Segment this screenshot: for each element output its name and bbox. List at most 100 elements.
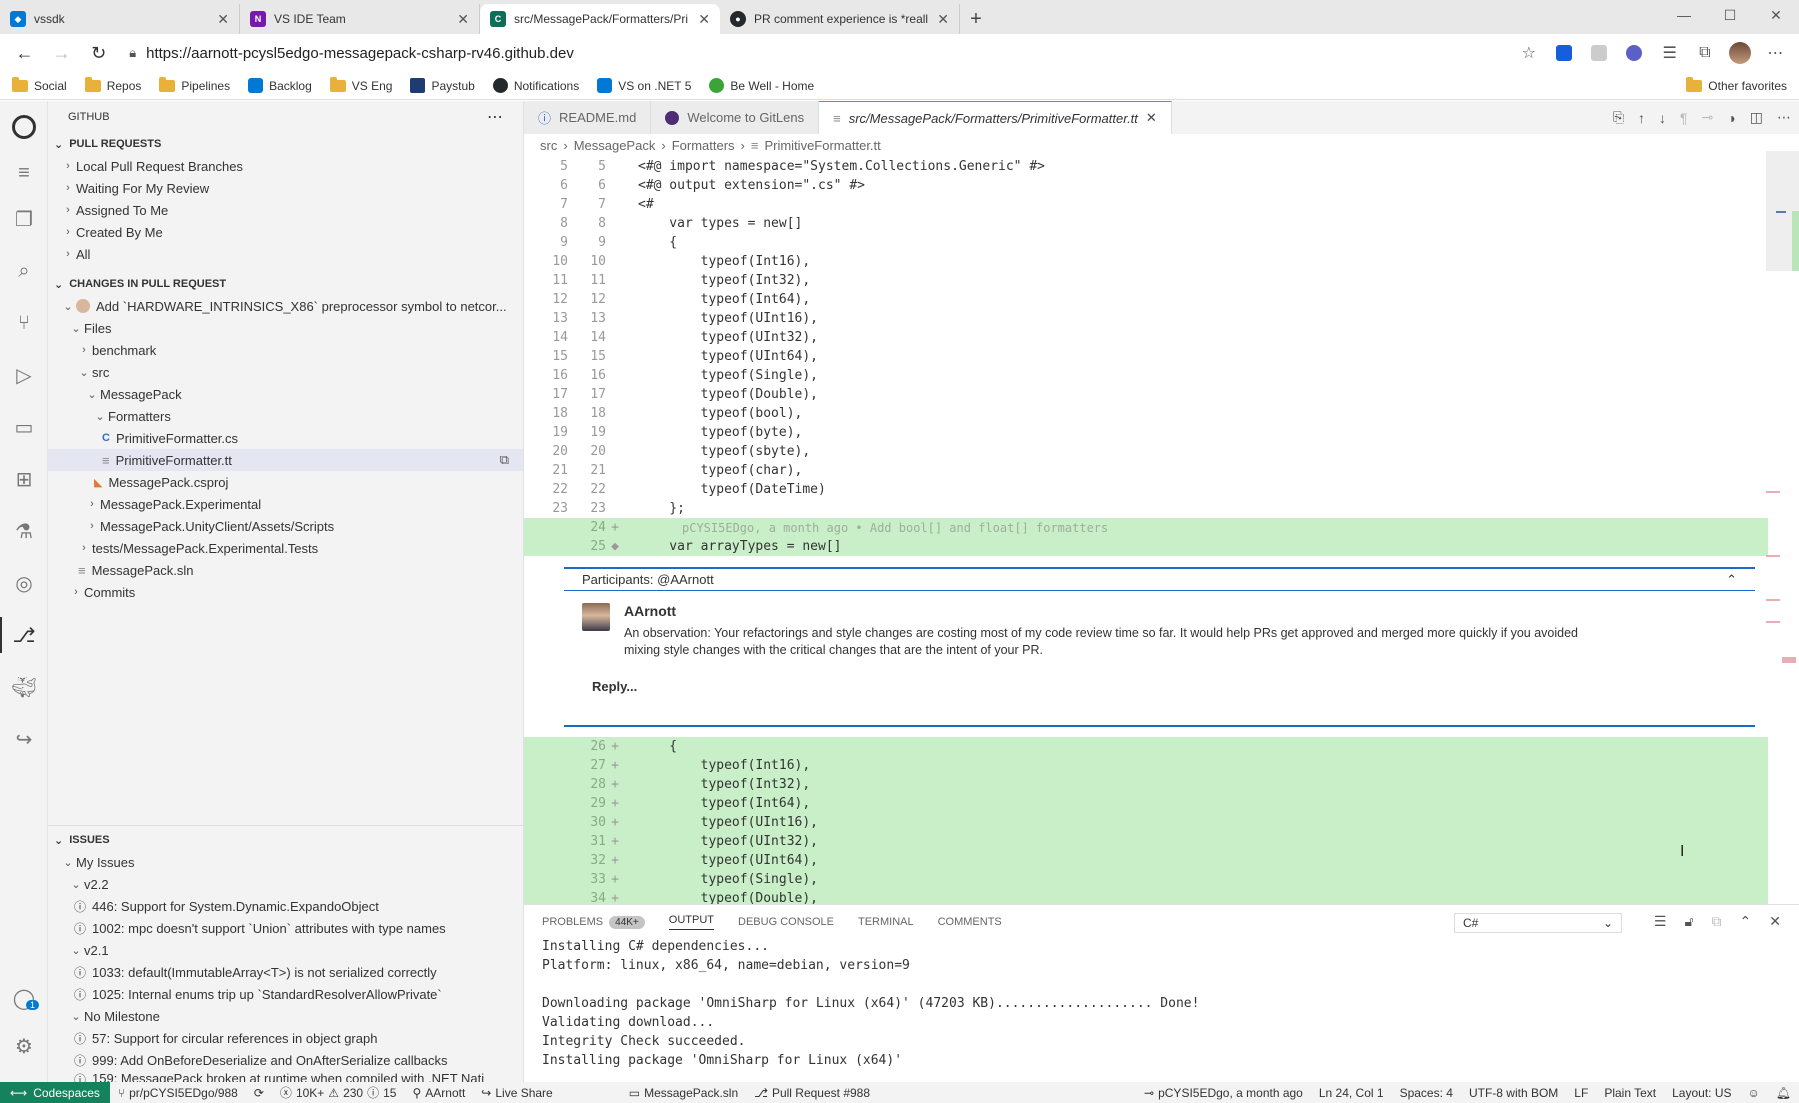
issue-item[interactable]: ⓘ 1025: Internal enums trip up `StandardR…	[48, 983, 524, 1005]
branch-item[interactable]: ⑂ pr/pCYSI5EDgo/988	[110, 1086, 246, 1100]
source-control-icon[interactable]: ⑂	[0, 297, 48, 349]
profile-avatar[interactable]	[1725, 38, 1756, 68]
open-file-icon[interactable]: ⧉	[500, 452, 509, 468]
favorite-social[interactable]: Social	[12, 76, 67, 93]
solution-item[interactable]: ▭ MessagePack.sln	[621, 1086, 746, 1100]
breadcrumb-item[interactable]: src	[540, 138, 557, 153]
commit-icon[interactable]: ⊸	[1702, 109, 1714, 126]
pr-query-all[interactable]: › All	[48, 243, 523, 265]
gitlens-compare-icon[interactable]: ◑	[1727, 110, 1735, 126]
pull-requests-icon[interactable]: ⎇	[0, 609, 48, 661]
refresh-button[interactable]: ↻	[82, 38, 115, 68]
favorite-star-icon[interactable]: ☆	[1513, 38, 1544, 68]
comment-gutter-icon[interactable]: ◆	[606, 539, 624, 554]
minimize-icon[interactable]: —	[1661, 0, 1707, 30]
arrow-up-icon[interactable]: ↑	[1638, 110, 1645, 126]
maximize-icon[interactable]: ☐	[1707, 0, 1753, 30]
pr-entry[interactable]: ⌄ Add `HARDWARE_INTRINSICS_X86` preproces…	[48, 295, 523, 317]
language-mode[interactable]: Plain Text	[1596, 1086, 1664, 1100]
extensions-icon[interactable]: ⊞	[0, 453, 48, 505]
github-codespaces-icon[interactable]	[0, 101, 48, 153]
pr-query-assigned[interactable]: › Assigned To Me	[48, 199, 523, 221]
tree-file-tt[interactable]: ≡ PrimitiveFormatter.tt ⧉	[48, 449, 523, 471]
extension-icon[interactable]	[1584, 38, 1615, 68]
tree-sln[interactable]: ≡ MessagePack.sln	[48, 559, 523, 581]
breadcrumb-item[interactable]: Formatters	[672, 138, 735, 153]
favorite-paystub[interactable]: Paystub	[410, 78, 475, 93]
collapse-icon[interactable]: ⌃	[1726, 572, 1737, 588]
tab-debug-console[interactable]: DEBUG CONSOLE	[738, 916, 834, 928]
tree-benchmark[interactable]: › benchmark	[48, 339, 523, 361]
issue-item[interactable]: ⓘ 446: Support for System.Dynamic.Expando…	[48, 895, 524, 917]
favorite-backlog[interactable]: Backlog	[248, 78, 312, 93]
pr-query-local[interactable]: › Local Pull Request Branches	[48, 155, 523, 177]
encoding[interactable]: UTF-8 with BOM	[1461, 1086, 1566, 1100]
more-icon[interactable]: ⋯	[1760, 38, 1791, 68]
section-pull-requests[interactable]: ⌄ PULL REQUESTS	[48, 133, 523, 155]
eol[interactable]: LF	[1566, 1086, 1596, 1100]
browser-tab-vssdk[interactable]: ◆ vssdk ✕	[0, 4, 240, 34]
back-button[interactable]: ←	[8, 38, 41, 68]
tree-unity[interactable]: › MessagePack.UnityClient/Assets/Scripts	[48, 515, 523, 537]
browser-tab-github-issue[interactable]: ● PR comment experience is *reall ✕	[720, 4, 960, 34]
issues-group[interactable]: ⌄ v2.1	[48, 939, 524, 961]
tab-problems[interactable]: PROBLEMS 44K+	[542, 916, 645, 929]
open-changes-icon[interactable]: ⎘	[1613, 109, 1624, 126]
sync-icon[interactable]: ⟳	[246, 1086, 272, 1100]
favorite-vs-eng[interactable]: VS Eng	[329, 76, 392, 93]
run-debug-icon[interactable]: ▷	[0, 349, 48, 401]
issue-item[interactable]: ⓘ 57: Support for circular references in …	[48, 1027, 524, 1049]
other-favorites[interactable]: Other favorites	[1686, 76, 1787, 93]
tab-gitlens[interactable]: Welcome to GitLens	[651, 101, 820, 134]
feedback-icon[interactable]: ☺	[1740, 1086, 1768, 1100]
collections-icon[interactable]: ⧉	[1689, 38, 1720, 68]
remote-explorer-icon[interactable]: ▭	[0, 401, 48, 453]
new-tab-button[interactable]: +	[960, 4, 992, 34]
pr-query-waiting[interactable]: › Waiting For My Review	[48, 177, 523, 199]
notifications-bell-icon[interactable]: 🔔︎	[1768, 1086, 1799, 1100]
browser-tab-vs-ide-team[interactable]: N VS IDE Team ✕	[240, 4, 480, 34]
tab-primitive-formatter[interactable]: ≡ src/MessagePack/Formatters/PrimitiveFor…	[819, 101, 1172, 134]
docker-icon[interactable]: 🐳︎	[0, 661, 48, 713]
user-item[interactable]: ⚲ AArnott	[404, 1086, 473, 1100]
blame-item[interactable]: ⊸ pCYSI5EDgo, a month ago	[1136, 1086, 1311, 1100]
output-log[interactable]: Installing C# dependencies... Platform: l…	[524, 939, 1799, 1072]
pilcrow-icon[interactable]: ¶	[1680, 110, 1688, 126]
output-channel-select[interactable]: C# ⌄	[1454, 913, 1622, 933]
tree-files[interactable]: ⌄ Files	[48, 317, 523, 339]
close-window-icon[interactable]: ✕	[1753, 0, 1799, 30]
pr-query-created[interactable]: › Created By Me	[48, 221, 523, 243]
arrow-down-icon[interactable]: ↓	[1659, 110, 1666, 126]
indentation[interactable]: Spaces: 4	[1392, 1086, 1461, 1100]
tab-readme[interactable]: ⓘ README.md	[524, 101, 652, 134]
code-lines-added[interactable]: 24 + pCYSI5EDgo, a month ago • Add bool[] …	[524, 518, 1768, 556]
accounts-icon[interactable]: ◯ 1	[0, 972, 48, 1024]
favorite-pipelines[interactable]: Pipelines	[159, 76, 230, 93]
gitlens-icon[interactable]: ◎	[0, 557, 48, 609]
issue-item[interactable]: ⓘ 999: Add OnBeforeDeserialize and OnAfte…	[48, 1049, 524, 1071]
minimap[interactable]	[1754, 151, 1799, 851]
favorite-vs-on-net5[interactable]: VS on .NET 5	[597, 78, 691, 93]
favorite-notifications[interactable]: Notifications	[492, 78, 579, 93]
tab-comments[interactable]: COMMENTS	[938, 916, 1002, 928]
clear-output-icon[interactable]: ⧉	[1712, 913, 1722, 930]
close-icon[interactable]: ✕	[698, 11, 710, 28]
tree-file-cs[interactable]: C PrimitiveFormatter.cs	[48, 427, 523, 449]
tree-experimental[interactable]: › MessagePack.Experimental	[48, 493, 523, 515]
issue-item[interactable]: ⓘ 1033: default(ImmutableArray<T>) is not…	[48, 961, 524, 983]
tree-tests[interactable]: › tests/MessagePack.Experimental.Tests	[48, 537, 523, 559]
close-icon[interactable]: ✕	[1146, 110, 1157, 126]
favorite-be-well[interactable]: Be Well - Home	[709, 78, 814, 93]
favorite-repos[interactable]: Repos	[84, 76, 141, 93]
search-icon[interactable]: ⌕	[0, 245, 48, 297]
close-icon[interactable]: ✕	[217, 11, 229, 28]
breadcrumb-item[interactable]: PrimitiveFormatter.tt	[764, 138, 880, 153]
browser-tab-codespace[interactable]: C src/MessagePack/Formatters/Pri ✕	[480, 4, 720, 34]
forward-button[interactable]: →	[45, 38, 78, 68]
testing-icon[interactable]: ⚗	[0, 505, 48, 557]
chevron-up-icon[interactable]: ⌃	[1740, 913, 1752, 930]
section-issues[interactable]: ⌄ ISSUES	[48, 829, 524, 851]
url-field[interactable]: 🔒︎ https://aarnott-pcysl5edgo-messagepac…	[119, 38, 1389, 68]
tree-src[interactable]: ⌄ src	[48, 361, 523, 383]
close-icon[interactable]: ✕	[457, 11, 469, 28]
